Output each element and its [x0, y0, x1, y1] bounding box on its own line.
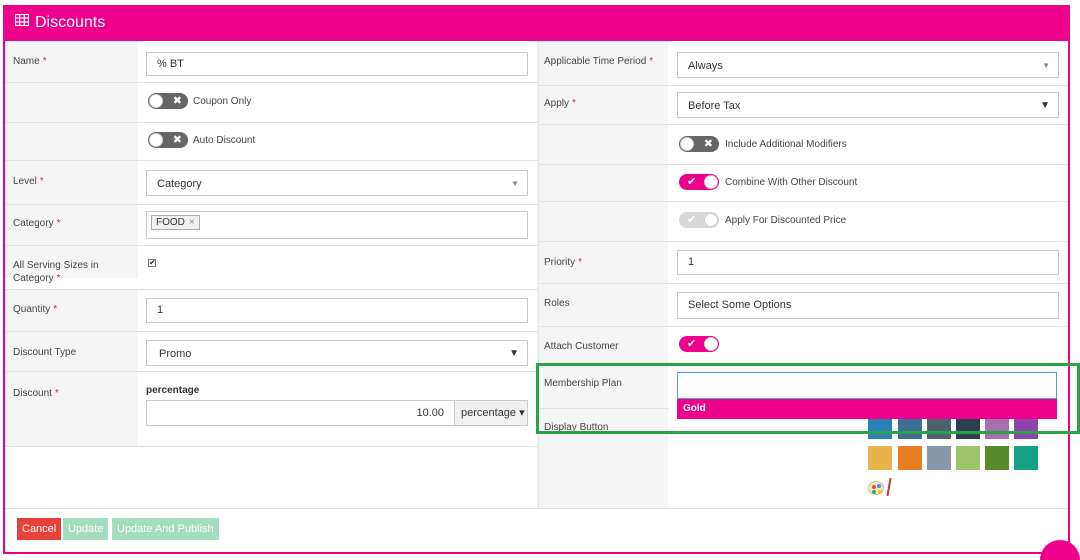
panel-header: Discounts [5, 5, 1068, 41]
category-label: Category * [13, 218, 61, 229]
coupon-only-label: Coupon Only [193, 96, 252, 107]
level-label: Level * [13, 176, 44, 187]
all-serving-sizes-label: All Serving Sizes in Category * [13, 260, 99, 284]
quantity-label: Quantity * [13, 304, 58, 315]
attach-customer-toggle[interactable]: ✔ [679, 336, 719, 352]
discounted-price-toggle[interactable]: ✔ [679, 212, 719, 228]
caret-down-icon: ▼ [1042, 61, 1050, 70]
color-palette-icon[interactable] [868, 481, 884, 495]
auto-discount-label: Auto Discount [193, 135, 256, 146]
discount-value-input[interactable]: 10.00 [146, 400, 455, 426]
apply-select[interactable]: Before Tax ▼ [677, 92, 1059, 118]
color-swatch[interactable] [927, 446, 951, 470]
priority-label: Priority * [544, 257, 583, 268]
color-swatch[interactable] [985, 446, 1009, 470]
update-button[interactable]: Update [63, 518, 109, 540]
auto-discount-toggle[interactable]: ✖ [148, 132, 188, 148]
category-tag-food: FOOD × [151, 215, 200, 230]
roles-multiselect[interactable]: Select Some Options [677, 292, 1059, 319]
cancel-button[interactable]: Cancel [17, 518, 62, 540]
right-label-column [537, 41, 668, 508]
time-period-select[interactable]: Always ▼ [677, 52, 1059, 78]
discount-unit-dropdown[interactable]: percentage ▾ [454, 400, 528, 426]
name-input[interactable]: % BT [146, 52, 528, 76]
combine-discount-toggle[interactable]: ✔ [679, 174, 719, 190]
quantity-input[interactable]: 1 [146, 298, 528, 323]
discount-type-select[interactable]: Promo ▼ [146, 340, 528, 366]
apply-label: Apply * [544, 98, 576, 109]
include-modifiers-label: Include Additional Modifiers [725, 139, 847, 150]
discount-type-label: Discount Type [13, 347, 77, 358]
highlight-box [536, 363, 1080, 434]
combine-discount-label: Combine With Other Discount [725, 177, 858, 188]
name-label: Name * [13, 56, 47, 67]
roles-label: Roles [544, 298, 570, 309]
caret-down-icon: ▼ [509, 348, 519, 359]
update-and-publish-button[interactable]: Update And Publish [112, 518, 219, 540]
discount-sublabel: percentage [146, 385, 200, 396]
color-swatch[interactable] [956, 446, 980, 470]
include-modifiers-toggle[interactable]: ✖ [679, 136, 719, 152]
color-swatch[interactable] [898, 446, 922, 470]
priority-input[interactable]: 1 [677, 250, 1059, 275]
category-multiselect[interactable]: FOOD × [146, 211, 528, 239]
remove-tag-icon[interactable]: × [189, 217, 195, 228]
coupon-only-toggle[interactable]: ✖ [148, 93, 188, 109]
all-serving-sizes-checkbox[interactable]: ✔ [148, 259, 156, 267]
table-icon [15, 14, 29, 26]
caret-down-icon: ▼ [511, 179, 519, 188]
time-period-label: Applicable Time Period * [544, 56, 654, 67]
attach-customer-label: Attach Customer [544, 341, 619, 352]
discount-label: Discount * [13, 388, 59, 399]
page-title: Discounts [35, 14, 106, 31]
caret-down-icon: ▼ [1040, 100, 1050, 111]
color-swatch[interactable] [868, 446, 892, 470]
discounted-price-label: Apply For Discounted Price [725, 215, 847, 226]
color-swatch[interactable] [1014, 446, 1038, 470]
level-select[interactable]: Category ▼ [146, 170, 528, 196]
